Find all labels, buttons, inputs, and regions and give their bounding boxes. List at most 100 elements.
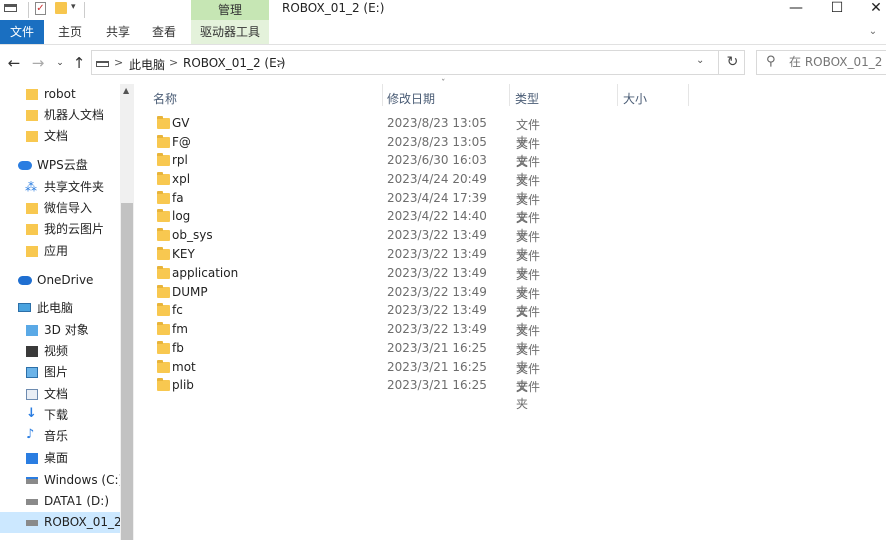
tab-drive-tools[interactable]: 驱动器工具 [191,20,269,44]
file-date: 2023/3/21 16:25 [387,360,487,374]
file-row[interactable]: plib 2023/3/21 16:25 文件夹 [150,376,550,411]
recent-locations-button[interactable]: ⌄ [50,53,70,73]
sidebar-item-robot[interactable]: robot [0,84,120,105]
drive-icon[interactable] [4,4,17,12]
column-header-type[interactable]: 类型 [515,90,539,107]
manage-tab[interactable]: 管理 [191,0,269,20]
sidebar-item-label: 文档 [44,129,69,143]
divider [28,2,29,18]
cloud-icon [18,161,32,170]
ribbon-expand-icon[interactable]: ⌄ [862,20,884,44]
folder-icon [26,224,38,235]
file-row[interactable]: log 2023/4/22 14:40 文件夹 [150,207,550,242]
sidebar-item-drive-c[interactable]: Windows (C:) [0,470,120,491]
file-row[interactable]: rpl 2023/6/30 16:03 文件夹 [150,151,550,186]
refresh-button[interactable]: ↻ [718,50,746,75]
sidebar-item-downloads[interactable]: ↓ 下载 [0,405,120,426]
folder-icon [26,131,38,142]
file-name: fm [172,322,188,336]
sidebar-item-apps[interactable]: 应用 [0,241,120,262]
maximize-button[interactable]: ☐ [819,0,855,20]
address-bar[interactable]: > 此电脑 > ROBOX_01_2 (E:) > ⌄ [91,50,745,75]
windows-drive-icon [26,477,38,484]
up-button[interactable]: ↑ [69,53,89,73]
column-header-date[interactable]: 修改日期 [387,90,435,107]
file-date: 2023/6/30 16:03 [387,153,487,167]
sidebar-item-wps-cloud[interactable]: WPS云盘 [0,155,120,176]
sidebar-item-this-pc[interactable]: 此电脑 [0,298,120,319]
file-row[interactable]: mot 2023/3/21 16:25 文件夹 [150,358,550,393]
breadcrumb-separator[interactable]: > [169,56,178,69]
sidebar-item-cloud-pictures[interactable]: 我的云图片 [0,219,120,240]
file-row[interactable]: ob_sys 2023/3/22 13:49 文件夹 [150,226,550,261]
breadcrumb-this-pc[interactable]: 此电脑 [129,56,165,73]
column-header-row [134,84,886,106]
scroll-up-icon[interactable]: ▲ [123,86,129,95]
column-header-size[interactable]: 大小 [623,90,647,107]
sidebar-item-videos[interactable]: 视频 [0,341,120,362]
tab-view[interactable]: 查看 [146,20,182,44]
sidebar-item-documents[interactable]: 文档 [0,384,120,405]
address-history-icon[interactable]: ⌄ [696,55,704,66]
sidebar-item-onedrive[interactable]: OneDrive [0,270,120,291]
back-button[interactable]: ← [4,53,24,73]
search-icon: ⚲ [766,54,776,69]
tab-file[interactable]: 文件 [0,20,44,44]
3d-objects-icon [26,325,38,336]
documents-icon [26,389,38,400]
sidebar-item-label: OneDrive [37,273,94,287]
sidebar-item-music[interactable]: ♪ 音乐 [0,426,120,447]
sidebar-item-3d-objects[interactable]: 3D 对象 [0,320,120,341]
search-box[interactable]: ⚲ [756,50,886,75]
sidebar-item-pictures[interactable]: 图片 [0,362,120,383]
folder-icon [157,303,170,316]
file-row[interactable]: fc 2023/3/22 13:49 文件夹 [150,301,550,336]
folder-icon [26,203,38,214]
sidebar-item-desktop[interactable]: 桌面 [0,448,120,469]
sidebar-item-robot-docs[interactable]: 机器人文档 [0,105,120,126]
column-divider[interactable] [509,84,510,106]
share-icon: ⁂ [25,180,37,194]
folder-icon [26,110,38,121]
sidebar-item-label: 文档 [44,387,69,401]
sidebar-item-shared-folder[interactable]: ⁂ 共享文件夹 [0,177,120,198]
file-row[interactable]: GV 2023/8/23 13:05 文件夹 [150,114,550,149]
search-input[interactable] [789,53,885,71]
column-header-name[interactable]: 名称 [153,90,177,107]
sidebar-item-drive-d[interactable]: DATA1 (D:) [0,491,120,512]
file-row[interactable]: fb 2023/3/21 16:25 文件夹 [150,339,550,374]
column-divider[interactable] [382,84,383,106]
file-date: 2023/8/23 13:05 [387,135,487,149]
sidebar-item-drive-e[interactable]: ROBOX_01_2 (E:) [0,512,120,533]
sidebar-item-wechat-import[interactable]: 微信导入 [0,198,120,219]
close-button[interactable]: ✕ [858,0,886,20]
breadcrumb-separator[interactable]: > [276,56,285,69]
file-name: rpl [172,153,188,167]
customize-toolbar-icon[interactable]: ▾ [71,2,76,16]
pictures-icon [26,367,38,378]
tab-home[interactable]: 主页 [52,20,88,44]
file-row[interactable]: DUMP 2023/3/22 13:49 文件夹 [150,283,550,318]
file-row[interactable]: F@ 2023/8/23 13:05 文件夹 [150,133,550,168]
file-date: 2023/4/24 17:39 [387,191,487,205]
forward-button[interactable]: → [28,53,48,73]
breadcrumb-current-drive[interactable]: ROBOX_01_2 (E:) [183,56,285,70]
new-folder-icon[interactable] [55,2,67,14]
tab-share[interactable]: 共享 [100,20,136,44]
minimize-button[interactable]: — [778,0,814,20]
file-row[interactable]: application 2023/3/22 13:49 文件夹 [150,264,550,299]
file-row[interactable]: xpl 2023/4/24 20:49 文件夹 [150,170,550,205]
file-row[interactable]: fm 2023/3/22 13:49 文件夹 [150,320,550,355]
file-row[interactable]: fa 2023/4/24 17:39 文件夹 [150,189,550,224]
download-icon: ↓ [26,406,37,421]
file-row[interactable]: KEY 2023/3/22 13:49 文件夹 [150,245,550,280]
column-divider[interactable] [688,84,689,106]
file-name: xpl [172,172,191,186]
sidebar-item-docs[interactable]: 文档 [0,126,120,147]
properties-icon[interactable]: ✓ [35,2,46,15]
file-date: 2023/3/22 13:49 [387,228,487,242]
breadcrumb-separator[interactable]: > [114,56,123,69]
column-divider[interactable] [617,84,618,106]
sidebar-scroll-thumb[interactable] [121,203,133,540]
file-date: 2023/4/22 14:40 [387,209,487,223]
